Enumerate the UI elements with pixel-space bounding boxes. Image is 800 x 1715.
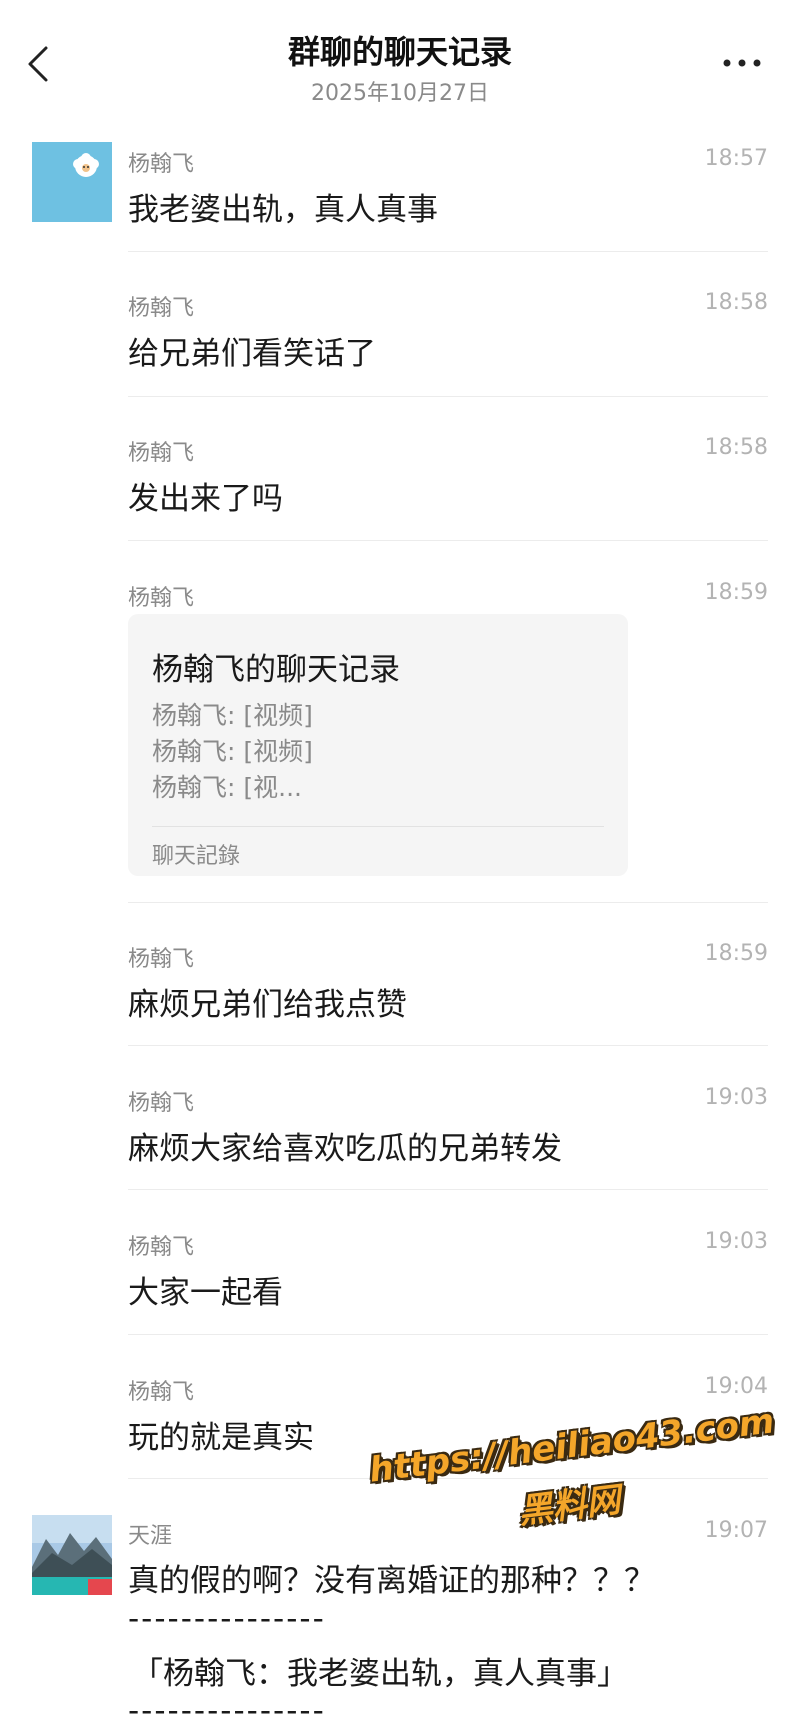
- message-time: 18:57: [704, 146, 768, 171]
- divider: [128, 540, 768, 541]
- landscape-avatar-icon: [32, 1515, 112, 1595]
- message-text[interactable]: 真的假的啊？没有离婚证的那种？？？: [128, 1555, 655, 1600]
- message-sender: 杨翰飞: [128, 152, 195, 177]
- message-time: 18:58: [704, 435, 768, 460]
- more-dots-icon[interactable]: [720, 48, 764, 78]
- message-sender: 杨翰飞: [128, 1380, 195, 1405]
- message-text[interactable]: 麻烦兄弟们给我点赞: [128, 979, 407, 1024]
- message-sender: 杨翰飞: [128, 1235, 195, 1260]
- chat-record-title: 杨翰飞的聊天记录: [152, 652, 400, 688]
- message-time: 18:59: [704, 580, 768, 605]
- chat-record-line: 杨翰飞: [视频]: [152, 737, 313, 766]
- message-time: 19:04: [704, 1374, 768, 1399]
- page-date: 2025年10月27日: [311, 81, 489, 106]
- watermark-name: 黑料网: [516, 1479, 623, 1533]
- message-sender: 杨翰飞: [128, 296, 195, 321]
- message-sender: 杨翰飞: [128, 947, 195, 972]
- message-time: 18:59: [704, 941, 768, 966]
- divider: [128, 1334, 768, 1335]
- divider: [128, 396, 768, 397]
- chat-record-line: 杨翰飞: [视频]: [152, 701, 313, 730]
- message-sender: 杨翰飞: [128, 586, 195, 611]
- card-divider: [152, 826, 604, 827]
- quote-separator: ---------------: [128, 1693, 326, 1715]
- chat-record-footer: 聊天記錄: [152, 844, 241, 869]
- sheep-avatar-icon: [32, 142, 112, 222]
- message-time: 19:07: [704, 1518, 768, 1543]
- divider: [128, 251, 768, 252]
- message-time: 19:03: [704, 1085, 768, 1110]
- message-sender: 天涯: [128, 1524, 173, 1549]
- avatar[interactable]: [32, 1515, 112, 1595]
- message-text[interactable]: 给兄弟们看笑话了: [128, 328, 376, 373]
- chat-record-line: 杨翰飞: [视...: [152, 773, 302, 802]
- divider: [128, 1189, 768, 1190]
- divider: [128, 1045, 768, 1046]
- avatar[interactable]: [32, 142, 112, 222]
- quoted-message[interactable]: 「杨翰飞：我老婆出轨，真人真事」: [132, 1648, 628, 1693]
- message-text[interactable]: 玩的就是真实: [128, 1412, 314, 1457]
- page-title: 群聊的聊天记录: [287, 33, 512, 71]
- message-sender: 杨翰飞: [128, 1091, 195, 1116]
- message-time: 18:58: [704, 290, 768, 315]
- quote-separator: ---------------: [128, 1601, 326, 1637]
- message-text[interactable]: 麻烦大家给喜欢吃瓜的兄弟转发: [128, 1123, 562, 1168]
- message-time: 19:03: [704, 1229, 768, 1254]
- message-text[interactable]: 我老婆出轨，真人真事: [128, 184, 438, 229]
- message-sender: 杨翰飞: [128, 441, 195, 466]
- message-text[interactable]: 大家一起看: [128, 1267, 283, 1312]
- message-text[interactable]: 发出来了吗: [128, 473, 283, 518]
- chat-record-card[interactable]: 杨翰飞的聊天记录 杨翰飞: [视频] 杨翰飞: [视频] 杨翰飞: [视... …: [128, 614, 628, 876]
- top-bar: 群聊的聊天记录 2025年10月27日: [0, 0, 800, 120]
- divider: [128, 902, 768, 903]
